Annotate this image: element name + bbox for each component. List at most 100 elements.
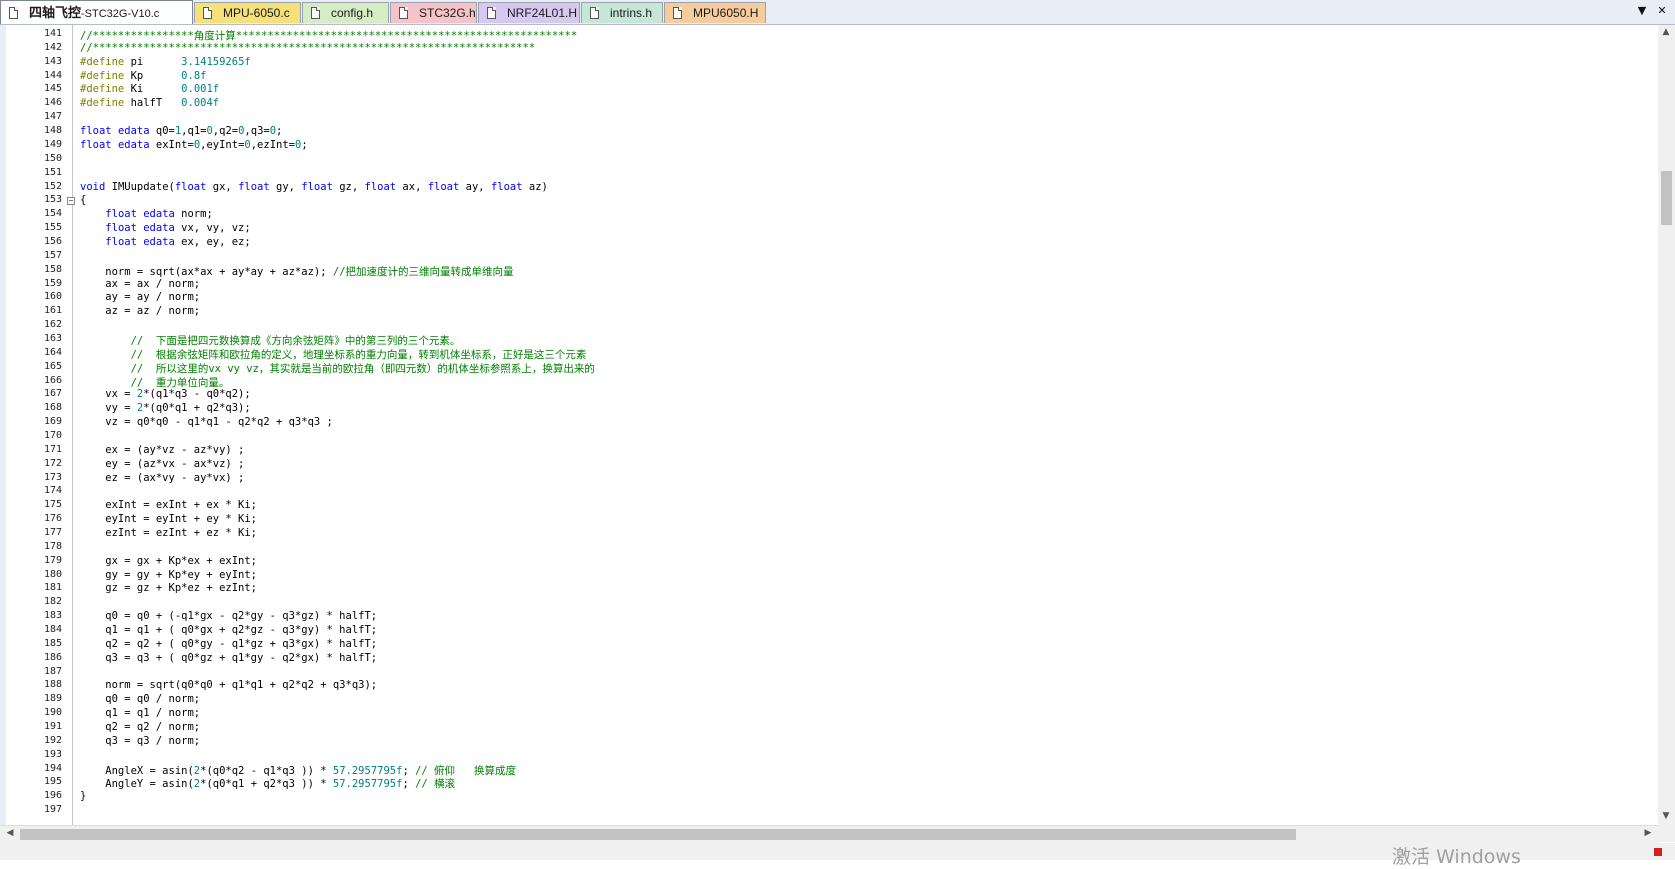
code-line[interactable]: // 重力单位向量。 xyxy=(80,375,230,390)
windows-activation-watermark: 激活 Windows xyxy=(1392,846,1521,868)
code-line[interactable]: float edata exInt=0,eyInt=0,ezInt=0; xyxy=(80,139,308,151)
code-line[interactable]: gx = gx + Kp*ex + exInt; xyxy=(80,555,257,567)
code-line[interactable]: q3 = q3 + ( q0*gz + q1*gy - q2*gx) * hal… xyxy=(80,652,377,664)
code-editor[interactable]: 141 //****************角度计算***************… xyxy=(0,25,1658,825)
code-line[interactable]: q0 = q0 + (-q1*gx - q2*gy - q3*gz) * hal… xyxy=(80,610,377,622)
code-token: *(q1*q3 - q0*q2); xyxy=(143,388,251,401)
code-token: //把加速度计的三维向量转成单维向量 xyxy=(332,265,514,278)
code-line[interactable]: ezInt = ezInt + ez * Ki; xyxy=(80,527,257,539)
line-number: 176 xyxy=(43,513,62,525)
code-line[interactable]: // 下面是把四元数换算成《方向余弦矩阵》中的第三列的三个元素。 xyxy=(80,333,461,348)
close-tab-icon[interactable]: ✕ xyxy=(1654,3,1670,19)
code-line[interactable]: float edata norm; xyxy=(80,208,212,220)
code-token: q0 = q0 / norm; xyxy=(80,693,201,706)
code-token: ezInt = ezInt + ez * Ki; xyxy=(80,527,258,539)
tab-5[interactable]: NRF24L01.H xyxy=(478,2,580,23)
code-token: q0 = q0 + (-q1*gx - q2*gy - q3*gz) * hal… xyxy=(80,610,378,623)
code-line[interactable]: #define halfT 0.004f xyxy=(80,97,219,109)
code-line[interactable]: AngleX = asin(2*(q0*q2 - q1*q3 )) * 57.2… xyxy=(80,763,516,778)
code-line[interactable]: { xyxy=(80,194,86,206)
code-token: q3 = q3 + ( q0*gz + q1*gy - q2*gx) * hal… xyxy=(80,651,378,664)
code-line[interactable]: #define pi 3.14159265f xyxy=(80,56,251,68)
code-line[interactable]: float edata ex, ey, ez; xyxy=(80,235,251,248)
code-line[interactable]: vz = q0*q0 - q1*q1 - q2*q2 + q3*q3 ; xyxy=(80,416,333,428)
tab-7[interactable]: MPU6050.H xyxy=(664,2,766,23)
code-line[interactable]: #define Ki 0.001f xyxy=(80,83,219,95)
line-number: 161 xyxy=(43,305,62,317)
code-token: } xyxy=(80,790,87,803)
code-line[interactable]: ez = (ax*vy - ay*vx) ; xyxy=(80,472,244,484)
code-line[interactable]: gy = gy + Kp*ey + eyInt; xyxy=(80,569,257,581)
tab-list-dropdown-icon[interactable]: ▼ xyxy=(1634,3,1650,19)
line-number: 178 xyxy=(43,540,62,552)
tab-3[interactable]: config.h xyxy=(302,2,389,23)
code-token: ,q3= xyxy=(244,125,270,137)
tab-2[interactable]: MPU-6050.c xyxy=(194,2,301,23)
code-line[interactable]: eyInt = eyInt + ey * Ki; xyxy=(80,513,257,525)
file-icon xyxy=(203,7,212,19)
code-token: float xyxy=(105,222,137,234)
line-number: 197 xyxy=(43,804,62,816)
code-line[interactable]: q2 = q2 + ( q0*gy - q1*gz + q3*gx) * hal… xyxy=(80,638,377,650)
code-line[interactable]: az = az / norm; xyxy=(80,305,200,317)
fold-toggle-icon[interactable]: − xyxy=(67,197,75,206)
code-line[interactable]: } xyxy=(80,790,86,802)
line-number: 177 xyxy=(43,527,62,538)
code-token: // 根据余弦矩阵和欧拉角的定义，地理坐标系的重力向量，转到机体坐标系，正好是这… xyxy=(130,348,587,361)
tab-4[interactable]: STC32G.h xyxy=(390,2,477,23)
scroll-right-icon[interactable]: ▶ xyxy=(1640,828,1656,838)
horizontal-scroll-thumb[interactable] xyxy=(20,829,1296,840)
line-number: 167 xyxy=(43,388,62,400)
line-number: 171 xyxy=(43,443,62,455)
tab-label-text: MPU-6050.c xyxy=(223,6,290,20)
code-line[interactable]: q2 = q2 / norm; xyxy=(80,721,200,733)
code-line[interactable]: gz = gz + Kp*ez + ezInt; xyxy=(80,582,257,594)
line-number: 182 xyxy=(43,596,62,608)
tab-6[interactable]: intrins.h xyxy=(581,2,663,23)
code-line[interactable]: vy = 2*(q0*q1 + q2*q3); xyxy=(80,402,250,414)
code-line[interactable]: void IMUupdate(float gx, float gy, float… xyxy=(80,181,548,193)
code-line[interactable]: ex = (ay*vz - az*vy) ; xyxy=(80,444,244,456)
scroll-down-icon[interactable]: ▼ xyxy=(1658,811,1674,821)
code-token: gz = gz + Kp*ez + ezInt; xyxy=(80,582,258,595)
code-line[interactable]: float edata vx, vy, vz; xyxy=(80,222,250,234)
code-line[interactable]: q3 = q3 / norm; xyxy=(80,735,200,747)
code-line[interactable]: //****************角度计算******************… xyxy=(80,28,577,43)
code-line[interactable]: q1 = q1 / norm; xyxy=(80,707,200,719)
code-line[interactable]: AngleY = asin(2*(q0*q1 + q2*q3 )) * 57.2… xyxy=(80,776,455,791)
tab-1[interactable]: 四轴飞控-STC32G-V10.c xyxy=(0,0,193,24)
scroll-up-icon[interactable]: ▲ xyxy=(1658,27,1674,37)
code-token: IMUupdate( xyxy=(105,180,175,193)
code-token: ,q1= xyxy=(181,125,207,137)
code-token: eyInt = eyInt + ey * Ki; xyxy=(80,513,258,526)
tab-label: intrins.h xyxy=(610,3,652,23)
code-line[interactable]: exInt = exInt + ex * Ki; xyxy=(80,499,257,511)
code-line[interactable]: ey = (az*vx - ax*vz) ; xyxy=(80,458,244,470)
code-line[interactable]: norm = sqrt(q0*q0 + q1*q1 + q2*q2 + q3*q… xyxy=(80,679,377,691)
code-line[interactable]: // 根据余弦矩阵和欧拉角的定义，地理坐标系的重力向量，转到机体坐标系，正好是这… xyxy=(80,347,587,362)
code-line[interactable]: vx = 2*(q1*q3 - q0*q2); xyxy=(80,388,251,401)
code-line[interactable]: q0 = q0 / norm; xyxy=(80,693,200,705)
code-token: norm = sqrt(ax*ax + ay*ay + az*az); xyxy=(80,265,333,278)
tab-label-text: intrins.h xyxy=(610,6,653,20)
code-token: ,eyInt= xyxy=(200,138,245,151)
vertical-scrollbar[interactable]: ▲ ▼ xyxy=(1658,25,1675,825)
horizontal-scrollbar[interactable]: ◀ ▶ xyxy=(0,825,1658,843)
code-line[interactable]: q1 = q1 + ( q0*gx + q2*gz - q3*gy) * hal… xyxy=(80,624,377,636)
code-token: *(q0*q2 - q1*q3 )) * xyxy=(200,764,333,777)
code-line[interactable]: float edata q0=1,q1=0,q2=0,q3=0; xyxy=(80,125,282,137)
code-line[interactable]: #define Kp 0.8f xyxy=(80,70,206,82)
code-token: az = az / norm; xyxy=(80,305,201,318)
code-line[interactable]: // 所以这里的vx vy vz，其实就是当前的欧拉角（即四元数）的机体坐标参照… xyxy=(80,361,595,376)
code-line[interactable]: //**************************************… xyxy=(80,42,535,54)
code-line[interactable]: ax = ax / norm; xyxy=(80,278,200,290)
code-token: // 下面是把四元数换算成《方向余弦矩阵》中的第三列的三个元素。 xyxy=(130,334,461,347)
code-token: ex, ey, ez; xyxy=(174,235,251,248)
scroll-left-icon[interactable]: ◀ xyxy=(2,828,18,838)
vertical-scroll-thumb[interactable] xyxy=(1661,171,1672,225)
code-line[interactable]: norm = sqrt(ax*ax + ay*ay + az*az); //把加… xyxy=(80,264,514,279)
code-token: edata xyxy=(117,138,150,151)
line-number: 143 xyxy=(43,55,62,67)
code-line[interactable]: ay = ay / norm; xyxy=(80,291,200,303)
